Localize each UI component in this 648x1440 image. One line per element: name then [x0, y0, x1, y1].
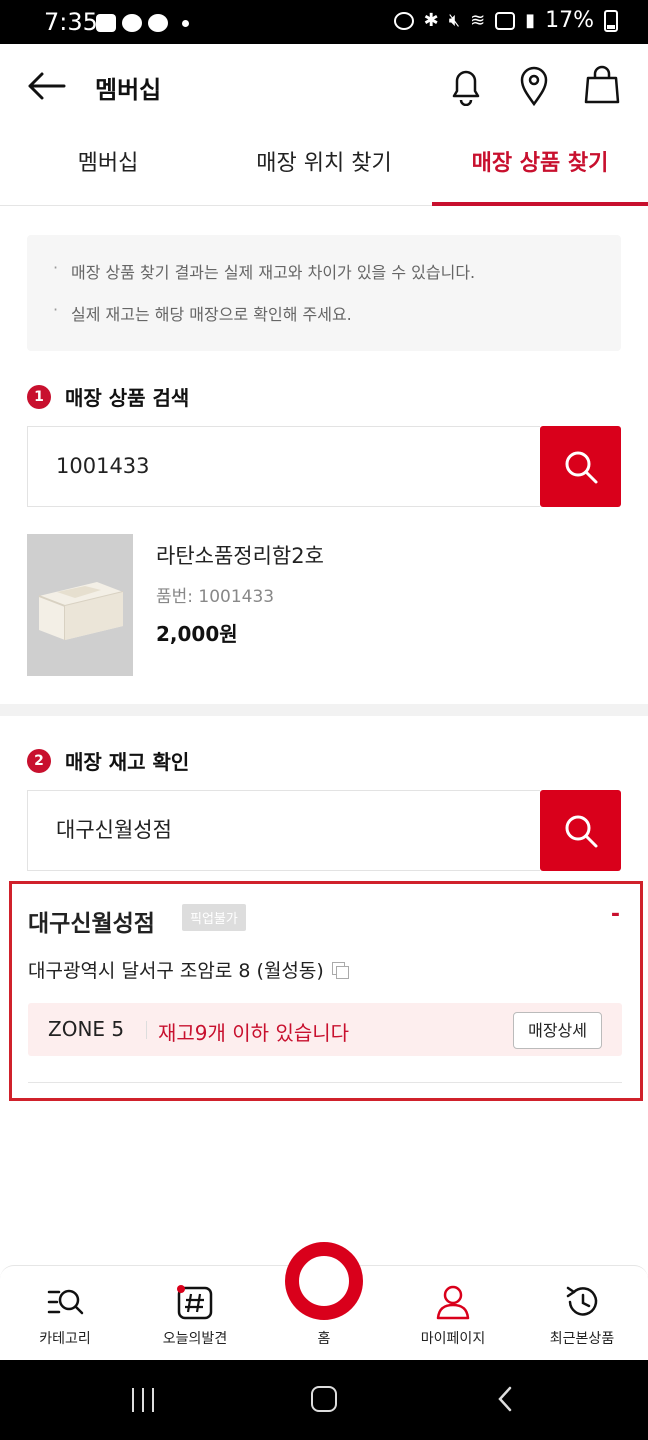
store-address: 대구광역시 달서구 조암로 8 (월성동) — [28, 956, 349, 983]
product-thumbnail — [27, 534, 133, 676]
section-divider — [0, 704, 648, 716]
home-ring-button[interactable] — [285, 1242, 363, 1320]
step-number-badge: 2 — [27, 748, 51, 773]
facebook-icon — [148, 14, 168, 32]
shopping-bag-icon — [584, 65, 620, 104]
product-price: 2,000원 — [156, 622, 238, 646]
hd-voice-icon — [495, 11, 516, 30]
more-notifications-icon — [182, 19, 189, 27]
organizer-box-image — [27, 534, 133, 676]
alarm-icon — [393, 11, 414, 30]
bluetooth-icon: ✱ — [423, 9, 439, 31]
collapse-toggle[interactable]: - — [611, 902, 620, 927]
system-navigation-bar — [0, 1360, 648, 1440]
nav-label: 홈 — [317, 1331, 331, 1347]
battery-icon — [604, 9, 618, 32]
hashtag-icon — [177, 1285, 213, 1320]
product-search-row: 1001433 — [27, 426, 621, 507]
store-name: 대구신월성점 — [28, 911, 155, 937]
app-header: 멤버십 — [0, 44, 648, 128]
product-result[interactable]: 라탄소품정리함2호 품번: 1001433 2,000원 — [27, 534, 621, 676]
nav-label: 오늘의발견 — [162, 1331, 228, 1347]
section-product-search-title: 1 매장 상품 검색 — [27, 382, 189, 411]
product-search-input[interactable]: 1001433 — [27, 426, 540, 507]
nav-label: 최근본상품 — [549, 1331, 615, 1347]
zone-stock-box: ZONE 5 재고9개 이하 있습니다 매장상세 — [28, 1003, 622, 1056]
nav-label: 마이페이지 — [420, 1331, 486, 1347]
nav-category[interactable]: 카테고리 — [0, 1266, 130, 1361]
arrow-left-icon — [28, 72, 66, 100]
product-search-button[interactable] — [540, 426, 621, 507]
section-title-text: 매장 상품 검색 — [65, 386, 190, 410]
location-pin-icon — [520, 66, 548, 107]
result-divider — [28, 1082, 622, 1083]
zone-label: ZONE 5 — [48, 1017, 125, 1041]
store-search-button[interactable] — [540, 790, 621, 871]
section-title-text: 매장 재고 확인 — [65, 750, 190, 774]
back-button[interactable] — [26, 68, 66, 104]
nav-label: 카테고리 — [39, 1331, 91, 1347]
zone-separator — [146, 1021, 147, 1039]
system-back-button[interactable] — [498, 1386, 512, 1412]
store-search-input[interactable]: 대구신월성점 — [27, 790, 540, 871]
status-bar: 7:35 ✱ 🔇︎ ≋ ▮ 17% — [0, 0, 648, 44]
notice-item: 매장 상품 찾기 결과는 실제 재고와 차이가 있을 수 있습니다. — [53, 258, 621, 283]
tab-bar: 멤버십 매장 위치 찾기 매장 상품 찾기 — [0, 128, 648, 206]
wifi-icon: ≋ — [470, 9, 486, 31]
cart-button[interactable] — [582, 64, 622, 106]
person-icon — [436, 1285, 470, 1320]
gallery-icon — [96, 14, 116, 32]
stock-status-text: 재고9개 이하 있습니다 — [158, 1021, 350, 1045]
store-location-button[interactable] — [514, 64, 554, 107]
store-search-row: 대구신월성점 — [27, 790, 621, 871]
system-status-icons: ✱ 🔇︎ ≋ ▮ 17% — [393, 8, 618, 33]
battery-percent: 17% — [545, 8, 594, 33]
bell-icon — [452, 70, 480, 107]
tab-store-location[interactable]: 매장 위치 찾기 — [216, 128, 432, 205]
nav-today-discovery[interactable]: 오늘의발견 — [130, 1266, 260, 1361]
search-icon — [565, 451, 597, 483]
copy-icon[interactable] — [331, 961, 349, 979]
pickup-status-badge: 픽업불가 — [182, 904, 246, 931]
notification-button[interactable] — [446, 64, 486, 107]
notice-box: 매장 상품 찾기 결과는 실제 재고와 차이가 있을 수 있습니다. 실제 재고… — [27, 235, 621, 351]
tab-store-product[interactable]: 매장 상품 찾기 — [432, 128, 648, 206]
notification-icons — [96, 14, 189, 32]
category-search-icon — [47, 1289, 84, 1315]
recents-button[interactable] — [130, 1388, 158, 1412]
store-address-text: 대구광역시 달서구 조암로 8 (월성동) — [28, 960, 324, 982]
mute-icon: 🔇︎ — [448, 9, 461, 31]
signal-icon: ▮ — [525, 9, 536, 31]
section-stock-check-title: 2 매장 재고 확인 — [27, 746, 189, 775]
status-time: 7:35 — [44, 8, 98, 36]
product-name: 라탄소품정리함2호 — [156, 544, 324, 568]
talk-icon — [122, 14, 142, 32]
history-icon — [566, 1286, 598, 1316]
product-code: 품번: 1001433 — [156, 587, 275, 607]
page-title: 멤버십 — [95, 76, 162, 104]
notice-item: 실제 재고는 해당 매장으로 확인해 주세요. — [53, 300, 621, 325]
nav-recent-products[interactable]: 최근본상품 — [517, 1266, 647, 1361]
tab-membership[interactable]: 멤버십 — [0, 128, 216, 205]
nav-mypage[interactable]: 마이페이지 — [388, 1266, 518, 1361]
store-stock-result: 대구신월성점 픽업불가 - 대구광역시 달서구 조암로 8 (월성동) ZONE… — [9, 881, 643, 1101]
system-home-button[interactable] — [311, 1386, 337, 1412]
store-detail-button[interactable]: 매장상세 — [513, 1012, 602, 1049]
step-number-badge: 1 — [27, 384, 51, 409]
search-icon — [565, 815, 597, 847]
